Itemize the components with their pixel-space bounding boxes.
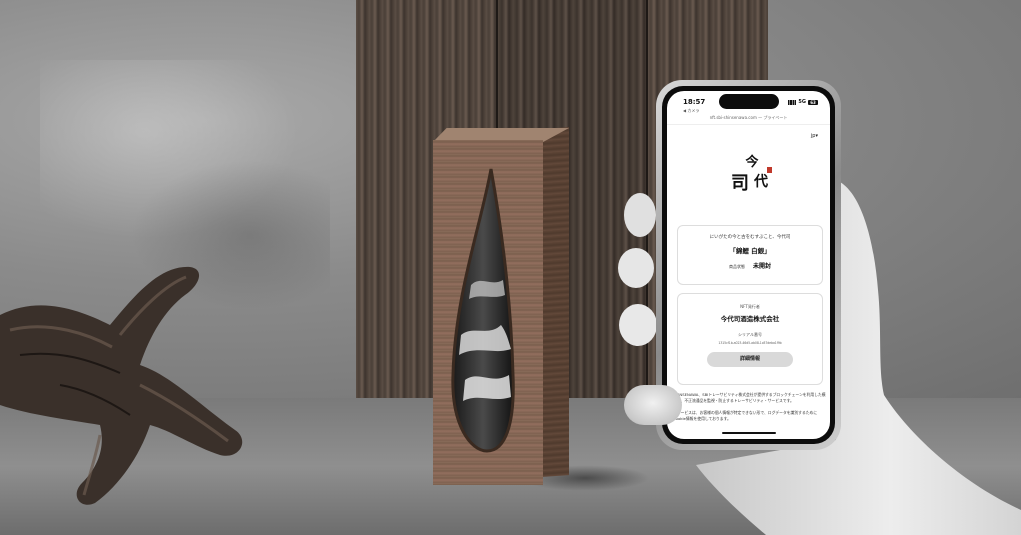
nft-issuer-label: NFT発行者	[740, 304, 760, 309]
battery-icon: 63	[808, 99, 818, 105]
svg-text:今: 今	[744, 154, 759, 170]
box-side	[543, 127, 569, 477]
brand-tagline: にいがたの今と古をむすぶこと、今代司	[709, 235, 791, 240]
thumb	[624, 385, 682, 425]
phone-screen: 18:57 5G 63 ◀ カメラ nft.sbi-shinsenawa.com…	[667, 91, 830, 439]
svg-text:司: 司	[731, 173, 749, 194]
nft-issuer-name: 今代司酒造株式会社	[720, 315, 780, 323]
footer-paragraph: 本サービスは、お客様の個人情報が特定できない形で、ログデータを識別するためにCo…	[673, 409, 818, 421]
network-label: 5G	[798, 99, 806, 105]
language-select[interactable]: jp▾	[811, 133, 818, 139]
smartphone: 18:57 5G 63 ◀ カメラ nft.sbi-shinsenawa.com…	[656, 80, 841, 450]
nft-card: NFT発行者 今代司酒造株式会社 シリアル番号 1315cf1b-a023-46…	[677, 293, 823, 385]
brand-logo: 今 司 代	[731, 154, 772, 194]
status-value: 未開封	[752, 263, 771, 270]
signal-icon	[788, 99, 797, 105]
status-time: 18:57	[683, 98, 706, 106]
phone-bezel: 18:57 5G 63 ◀ カメラ nft.sbi-shinsenawa.com…	[662, 86, 835, 444]
footer-paragraph: SHINSENAWA、SBIトレーサビリティ株式会社が提供するブロックチェーンを…	[673, 392, 826, 404]
home-indicator[interactable]	[721, 432, 776, 434]
driftwood	[0, 266, 243, 505]
detail-button[interactable]: 詳細情報	[707, 352, 793, 367]
status-label: 商品状態	[728, 264, 745, 269]
serial-number: 1315cf1b-a023-46d5-ab08-1c87deba1f9b	[718, 341, 782, 345]
product-scene: 18:57 5G 63 ◀ カメラ nft.sbi-shinsenawa.com…	[0, 0, 1021, 535]
url-bar[interactable]: nft.sbi-shinsenawa.com — プライベート	[667, 115, 830, 125]
back-to-camera-link[interactable]: ◀ カメラ	[683, 108, 699, 114]
product-name: 「錦鯉 白銀」	[729, 247, 771, 255]
product-card: にいがたの今と古をむすぶこと、今代司 「錦鯉 白銀」 商品状態 未開封	[677, 225, 823, 285]
chevron-down-icon: ▾	[815, 133, 818, 139]
footer-text: SHINSENAWA、SBIトレーサビリティ株式会社が提供するブロックチェーンを…	[673, 392, 828, 422]
svg-text:代: 代	[753, 173, 768, 190]
product-status: 商品状態 未開封	[678, 261, 822, 270]
bottle-cutout	[451, 168, 515, 453]
status-indicators: 5G 63	[788, 99, 818, 105]
serial-label: シリアル番号	[738, 332, 762, 337]
